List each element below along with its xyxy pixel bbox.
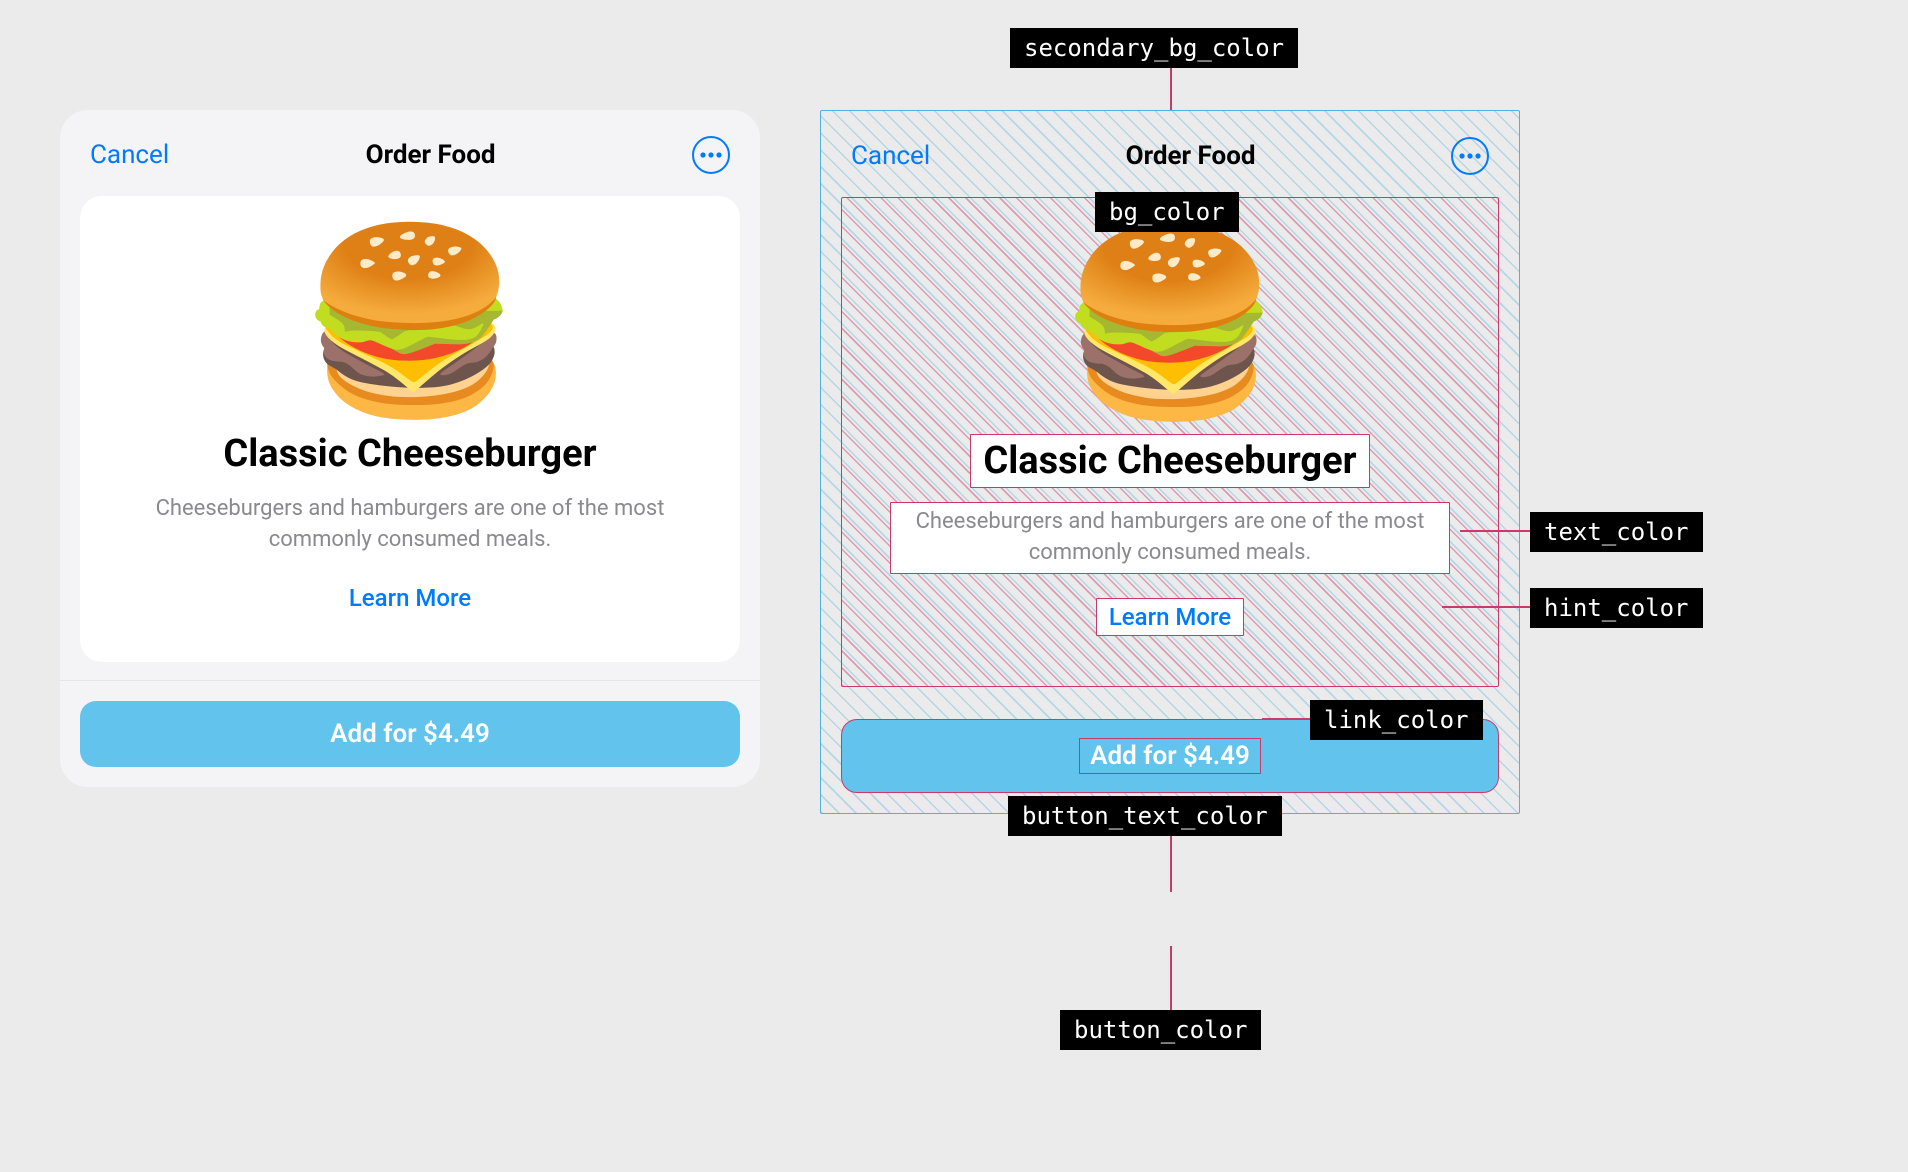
panel-title: Order Food xyxy=(1126,141,1256,171)
leader-button-color xyxy=(1170,946,1172,1010)
more-button[interactable] xyxy=(692,136,730,174)
product-description: Cheeseburgers and hamburgers are one of … xyxy=(890,502,1450,574)
label-button-text-color: button_text_color xyxy=(1008,796,1282,836)
label-link-color: link_color xyxy=(1310,700,1483,740)
add-button-label: Add for $4.49 xyxy=(1079,738,1261,774)
hamburger-icon: 🍔 xyxy=(298,232,522,412)
product-name: Classic Cheeseburger xyxy=(970,434,1369,488)
learn-more-link[interactable]: Learn More xyxy=(1096,598,1244,636)
label-button-color: button_color xyxy=(1060,1010,1261,1050)
label-hint-color: hint_color xyxy=(1530,588,1703,628)
hamburger-icon: 🍔 xyxy=(1058,234,1282,414)
bg-region: 🍔 Classic Cheeseburger Cheeseburgers and… xyxy=(841,197,1499,687)
learn-more-link[interactable]: Learn More xyxy=(349,584,471,612)
leader-button-text-color xyxy=(1170,832,1172,892)
product-name: Classic Cheeseburger xyxy=(223,432,596,476)
ellipsis-icon xyxy=(1459,153,1481,159)
panel-header: Cancel Order Food xyxy=(60,110,760,196)
leader-hint-color xyxy=(1442,606,1530,608)
panel-footer: Add for $4.49 xyxy=(60,680,760,787)
leader-text-color xyxy=(1460,530,1530,532)
ellipsis-icon xyxy=(700,152,722,158)
cancel-button[interactable]: Cancel xyxy=(90,140,169,170)
product-description: Cheeseburgers and hamburgers are one of … xyxy=(130,494,690,556)
leader-link-color xyxy=(1262,718,1310,720)
label-bg-color: bg_color xyxy=(1095,192,1239,232)
panel-title: Order Food xyxy=(366,140,496,170)
panel-header: Cancel Order Food xyxy=(821,111,1519,197)
leader-secondary-bg-color xyxy=(1170,64,1172,110)
label-text-color: text_color xyxy=(1530,512,1703,552)
label-secondary-bg-color: secondary_bg_color xyxy=(1010,28,1298,68)
product-card: 🍔 Classic Cheeseburger Cheeseburgers and… xyxy=(80,196,740,662)
order-panel-rendered: Cancel Order Food 🍔 Classic Cheeseburger… xyxy=(60,110,760,787)
cancel-button[interactable]: Cancel xyxy=(851,141,930,171)
add-to-cart-button[interactable]: Add for $4.49 xyxy=(80,701,740,767)
more-button[interactable] xyxy=(1451,137,1489,175)
